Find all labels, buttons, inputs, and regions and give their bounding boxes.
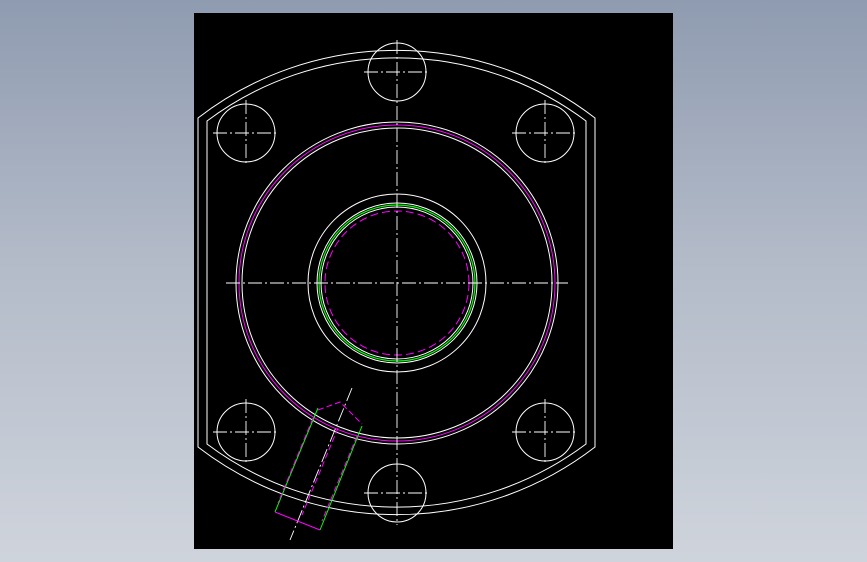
drawing-sheet (194, 13, 673, 549)
flange-drawing (194, 13, 673, 549)
cad-viewport[interactable] (0, 0, 867, 562)
